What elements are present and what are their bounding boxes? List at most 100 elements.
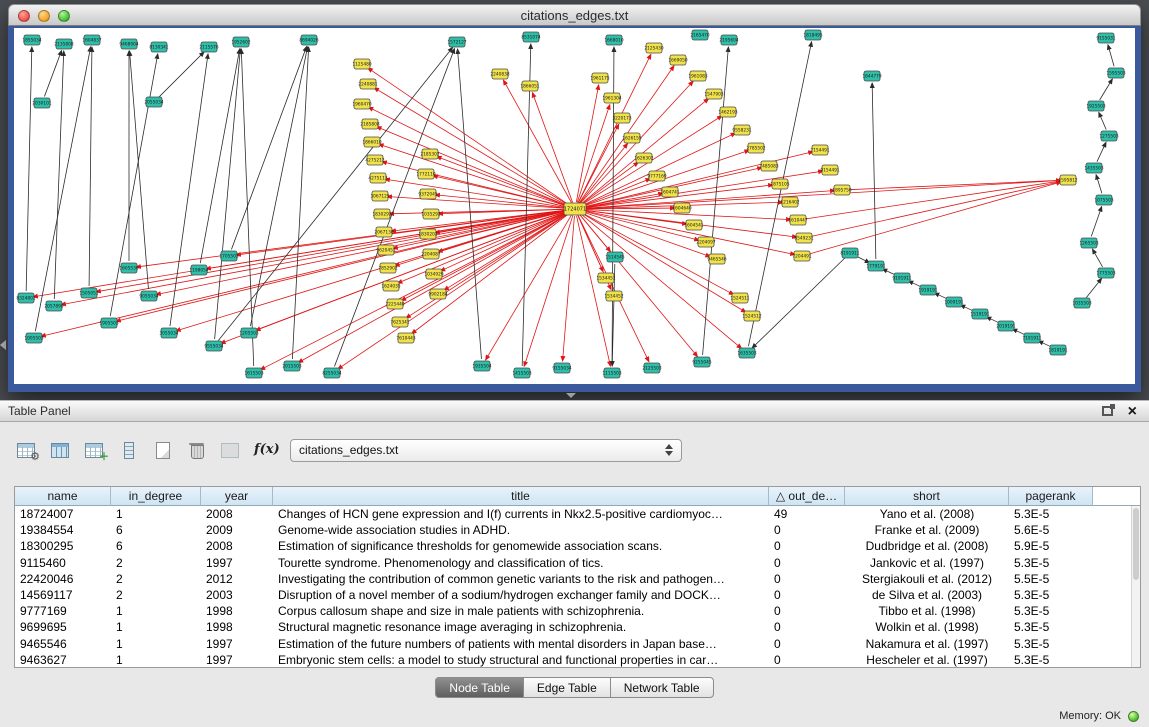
graph-edge[interactable] — [1097, 142, 1106, 161]
graph-node[interactable]: 9620451 — [376, 245, 395, 255]
row-tools-icon[interactable] — [118, 441, 140, 459]
graph-node[interactable]: 8324801 — [16, 293, 35, 303]
graph-edge[interactable] — [41, 211, 568, 337]
table-row[interactable]: 946554611997Estimation of the future num… — [15, 636, 1140, 652]
graph-node[interactable]: 1524512 — [742, 311, 761, 321]
table-row[interactable]: 946362711997Embryonic stem cells: a mode… — [15, 652, 1140, 668]
graph-node[interactable]: 1875105 — [770, 179, 789, 189]
graph-edge[interactable] — [96, 210, 568, 292]
graph-node[interactable]: 2135808 — [54, 39, 73, 49]
graph-node[interactable]: 9555034 — [204, 341, 223, 351]
vertical-scrollbar[interactable] — [1131, 506, 1140, 667]
close-window-button[interactable] — [18, 10, 30, 22]
network-canvas[interactable]: 1855034213580816048379468904813034121155… — [14, 28, 1135, 384]
graph-node[interactable]: 2019191 — [996, 321, 1015, 331]
graph-node[interactable]: 9255045 — [692, 357, 711, 367]
graph-node[interactable]: 9465546 — [707, 254, 726, 264]
minimize-window-button[interactable] — [38, 10, 50, 22]
graph-node[interactable]: 1604741 — [660, 187, 679, 197]
graph-edge[interactable] — [458, 49, 482, 359]
graph-node[interactable]: 1009191 — [944, 297, 963, 307]
graph-node[interactable]: 2115576 — [199, 42, 218, 52]
graph-node[interactable]: 4275113 — [368, 173, 387, 183]
graph-node[interactable]: 4275212 — [365, 155, 384, 165]
graph-node[interactable]: 7625341 — [390, 317, 409, 327]
graph-node[interactable]: 1960470 — [352, 99, 371, 109]
graph-node[interactable]: 1935504 — [472, 361, 491, 371]
graph-node[interactable]: 2195604 — [719, 35, 738, 45]
graph-node[interactable]: 1216402 — [780, 197, 799, 207]
graph-node[interactable]: 7610443 — [396, 333, 415, 343]
graph-node[interactable]: 1198054 — [189, 265, 208, 275]
graph-edge[interactable] — [54, 51, 63, 299]
graph-edge[interactable] — [577, 105, 610, 203]
edit-columns-icon[interactable] — [84, 441, 106, 459]
graph-edge[interactable] — [156, 210, 568, 294]
graph-node[interactable]: 1626302 — [634, 153, 653, 163]
graph-node[interactable]: 1635503 — [737, 348, 756, 358]
graph-node[interactable]: 9558231 — [732, 125, 751, 135]
graph-edge[interactable] — [385, 179, 568, 208]
zoom-window-button[interactable] — [58, 10, 70, 22]
delete-icon[interactable] — [186, 441, 208, 459]
graph-node[interactable]: 1572127 — [447, 37, 466, 47]
graph-edge[interactable] — [435, 195, 568, 209]
graph-edge[interactable] — [61, 210, 568, 304]
table-row[interactable]: 977716911998Corpus callosum shape and si… — [15, 603, 1140, 619]
graph-node[interactable]: 3055034 — [159, 328, 178, 338]
graph-node[interactable]: 1514545 — [605, 252, 624, 262]
graph-node[interactable]: 1205503 — [239, 328, 258, 338]
graph-node[interactable]: 3067125 — [370, 191, 389, 201]
panel-collapse-arrow[interactable] — [0, 340, 6, 350]
graph-edge[interactable] — [387, 196, 568, 208]
graph-edge[interactable] — [578, 215, 649, 361]
graph-node[interactable]: 8130341 — [149, 42, 168, 52]
graph-edge[interactable] — [215, 49, 241, 339]
graph-node[interactable]: 1644779 — [862, 71, 881, 81]
graph-node[interactable]: 1866010 — [362, 137, 381, 147]
new-file-icon[interactable] — [152, 441, 174, 459]
graph-edge[interactable] — [1099, 112, 1106, 129]
graph-node[interactable]: 9155031 — [1096, 33, 1115, 43]
graph-node[interactable]: 2125503 — [642, 363, 661, 373]
graph-node[interactable]: 1866051 — [520, 81, 539, 91]
column-header-pagerank[interactable]: pagerank — [1009, 487, 1093, 506]
graph-node[interactable]: 1035292 — [421, 209, 440, 219]
graph-node[interactable]: 9191911 — [892, 273, 911, 283]
graph-node[interactable]: 1125480 — [352, 59, 371, 69]
graph-node[interactable]: 2055034 — [144, 97, 163, 107]
column-header-short[interactable]: short — [845, 487, 1009, 506]
graph-node[interactable]: 9902184 — [428, 289, 447, 299]
graph-node[interactable]: 2240881 — [358, 79, 377, 89]
column-header-in_degree[interactable]: in_degree — [111, 487, 201, 506]
graph-node[interactable]: 1925503 — [1086, 101, 1105, 111]
graph-edge[interactable] — [577, 216, 611, 366]
graph-node[interactable]: 9055034 — [139, 291, 158, 301]
table-row[interactable]: 911546021997Tourette syndrome. Phenomeno… — [15, 555, 1140, 571]
graph-edge[interactable] — [397, 212, 568, 284]
graph-node[interactable]: 2057890 — [44, 301, 63, 311]
graph-edge[interactable] — [159, 52, 204, 97]
float-panel-icon[interactable] — [1102, 406, 1113, 416]
graph-edge[interactable] — [582, 211, 699, 241]
graph-node[interactable]: 1615503 — [244, 368, 263, 378]
graph-edge[interactable] — [26, 47, 32, 291]
graph-node[interactable]: 8255034 — [322, 368, 341, 378]
graph-edge[interactable] — [856, 256, 869, 263]
import-table-icon[interactable] — [220, 441, 242, 459]
graph-node[interactable]: 1524511 — [730, 293, 749, 303]
column-header-name[interactable]: name — [15, 487, 111, 506]
graph-node[interactable]: 2125430 — [644, 43, 663, 53]
graph-node[interactable]: 1830202 — [418, 229, 437, 239]
graph-node[interactable]: 7204491 — [792, 251, 811, 261]
graph-node[interactable]: 1772110 — [416, 169, 435, 179]
table-row[interactable]: 2242004622012Investigating the contribut… — [15, 571, 1140, 587]
graph-node[interactable]: 1895750 — [832, 185, 851, 195]
function-builder-icon[interactable] — [254, 441, 276, 459]
graph-node[interactable]: 1605530 — [119, 263, 138, 273]
graph-edge[interactable] — [486, 215, 572, 360]
table-selector-dropdown[interactable]: citations_edges.txt — [290, 439, 682, 462]
graph-edge[interactable] — [522, 44, 531, 366]
graph-edge[interactable] — [250, 47, 307, 326]
graph-node[interactable]: 1830292 — [372, 209, 391, 219]
